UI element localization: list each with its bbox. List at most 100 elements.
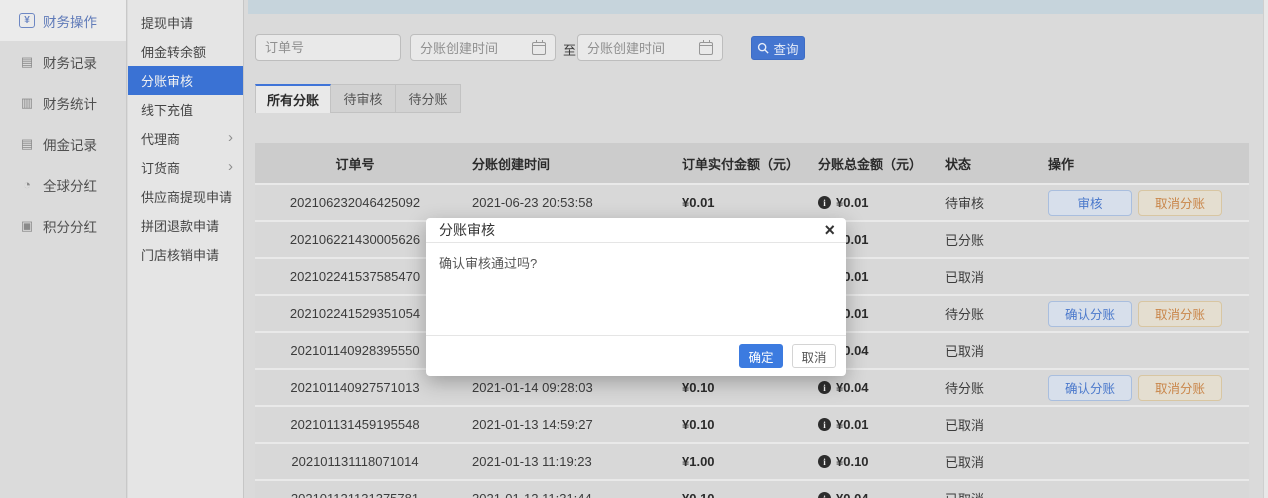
cancel-split-button[interactable]: 取消分账 xyxy=(1138,301,1222,327)
created-time-cell: 2021-01-12 11:31:44 xyxy=(455,491,672,498)
split-amount-value: ¥0.10 xyxy=(836,454,869,469)
sidebar-item-ledger-yen[interactable]: ¥财务操作 xyxy=(0,0,126,41)
date-from-input[interactable]: 分账创建时间 xyxy=(410,34,556,61)
commission-doc-icon: ▤ xyxy=(19,136,35,152)
dialog-footer: 确定 取消 xyxy=(426,335,846,376)
info-icon: i xyxy=(818,492,831,498)
status-cell: 已取消 xyxy=(938,267,1045,286)
submenu-item[interactable]: 拼团退款申请 xyxy=(128,211,243,240)
column-header: 状态 xyxy=(938,154,1045,173)
table-header-row: 订单号分账创建时间订单实付金额（元）分账总金额（元）状态操作 xyxy=(255,143,1249,183)
submenu-item[interactable]: 代理商› xyxy=(128,124,243,153)
tab-bar: 所有分账待审核待分账 xyxy=(255,84,461,113)
submenu-item-label: 供应商提现申请 xyxy=(141,187,232,206)
column-header: 分账创建时间 xyxy=(455,154,672,173)
submenu-item-label: 代理商 xyxy=(141,129,180,148)
cancel-split-button[interactable]: 取消分账 xyxy=(1138,190,1222,216)
status-cell: 已取消 xyxy=(938,415,1045,434)
calendar-icon xyxy=(532,42,546,55)
actions-cell: 确认分账取消分账 xyxy=(1045,301,1249,327)
order-number-input[interactable] xyxy=(255,34,401,61)
sidebar-item-label: 佣金记录 xyxy=(43,134,97,154)
submenu-item[interactable]: 门店核销申请 xyxy=(128,240,243,269)
sidebar-item-label: 财务记录 xyxy=(43,52,97,72)
sidebar-item-points[interactable]: ▣积分分红 xyxy=(0,205,126,246)
submenu-item[interactable]: 佣金转余额 xyxy=(128,37,243,66)
split-amount-value: ¥0.04 xyxy=(836,491,869,498)
submenu-item-label: 门店核销申请 xyxy=(141,245,219,264)
confirm-button[interactable]: 确定 xyxy=(739,344,783,368)
submenu-item-label: 线下充值 xyxy=(141,100,193,119)
page: ¥财务操作 ▤ 财务记录 ▥财务统计 ▤ 佣金记录 ◔ 全球分红 ▣积分分红 提现申请佣金转余额… xyxy=(0,0,1268,498)
sidebar-item-pie-chart[interactable]: ◔ 全球分红 xyxy=(0,164,126,205)
sidebar-item-bar-chart[interactable]: ▥财务统计 xyxy=(0,82,126,123)
split-amount-value: ¥0.04 xyxy=(836,380,869,395)
search-button[interactable]: 查询 xyxy=(751,36,805,60)
order-number-cell: 202101140927571013 xyxy=(255,380,455,395)
date-to-input[interactable]: 分账创建时间 xyxy=(577,34,723,61)
paid-amount-cell: ¥1.00 xyxy=(672,454,810,469)
confirm-split-button[interactable]: 确认分账 xyxy=(1048,375,1132,401)
submenu-item[interactable]: 分账审核 xyxy=(128,66,243,95)
submenu-item-label: 提现申请 xyxy=(141,13,193,32)
dialog-body-text: 确认审核通过吗? xyxy=(426,243,846,282)
dialog-title: 分账审核 xyxy=(439,220,495,240)
order-number-cell: 202106221430005626 xyxy=(255,232,455,247)
secondary-sidebar: 提现申请佣金转余额分账审核线下充值代理商› 订货商 › 供应商提现申请拼团退款申请门店… xyxy=(128,0,244,498)
status-cell: 待分账 xyxy=(938,304,1045,323)
date-to-placeholder: 分账创建时间 xyxy=(587,38,665,57)
status-cell: 待审核 xyxy=(938,193,1045,212)
paid-amount-cell: ¥0.10 xyxy=(672,380,810,395)
info-icon: i xyxy=(818,196,831,209)
tab-item[interactable]: 待分账 xyxy=(396,84,461,113)
scrollbar[interactable] xyxy=(1263,0,1268,498)
dialog-header: 分账审核 × xyxy=(426,218,846,243)
info-icon: i xyxy=(818,381,831,394)
submenu-item-label: 订货商 xyxy=(141,158,180,177)
confirm-split-button[interactable]: 确认分账 xyxy=(1048,301,1132,327)
status-cell: 已分账 xyxy=(938,230,1045,249)
tab-item[interactable]: 待审核 xyxy=(331,84,396,113)
primary-sidebar: ¥财务操作 ▤ 财务记录 ▥财务统计 ▤ 佣金记录 ◔ 全球分红 ▣积分分红 xyxy=(0,0,127,498)
submenu-item[interactable]: 提现申请 xyxy=(128,8,243,37)
close-icon[interactable]: × xyxy=(824,219,835,241)
sidebar-item-commission-doc[interactable]: ▤ 佣金记录 xyxy=(0,123,126,164)
status-cell: 待分账 xyxy=(938,378,1045,397)
created-time-cell: 2021-01-13 14:59:27 xyxy=(455,417,672,432)
column-header: 订单号 xyxy=(255,154,455,173)
submenu-item[interactable]: 供应商提现申请 xyxy=(128,182,243,211)
order-number-cell: 202101131118071014 xyxy=(255,454,455,469)
top-header-strip xyxy=(248,0,1263,14)
submenu-item[interactable]: 订货商 › xyxy=(128,153,243,182)
sidebar-item-label: 财务统计 xyxy=(43,93,97,113)
split-amount-cell: i ¥0.01 xyxy=(810,195,938,210)
table-row: 2021011211313757812021-01-12 11:31:44¥0.… xyxy=(255,479,1249,498)
actions-cell: 审核取消分账 xyxy=(1045,190,1249,216)
cancel-button[interactable]: 取消 xyxy=(792,344,836,368)
split-amount-value: ¥0.01 xyxy=(836,195,869,210)
column-header: 操作 xyxy=(1045,154,1249,173)
status-cell: 已取消 xyxy=(938,341,1045,360)
document-icon: ▤ xyxy=(19,54,35,70)
info-icon: i xyxy=(818,418,831,431)
order-number-cell: 202102241537585470 xyxy=(255,269,455,284)
info-icon: i xyxy=(818,455,831,468)
split-amount-cell: i ¥0.04 xyxy=(810,380,938,395)
calendar-icon xyxy=(699,42,713,55)
points-icon: ▣ xyxy=(19,218,35,234)
order-number-cell: 202102241529351054 xyxy=(255,306,455,321)
sidebar-item-label: 全球分红 xyxy=(43,175,97,195)
split-amount-value: ¥0.01 xyxy=(836,417,869,432)
submenu-item-label: 拼团退款申请 xyxy=(141,216,219,235)
search-icon xyxy=(757,42,769,54)
status-cell: 已取消 xyxy=(938,452,1045,471)
cancel-split-button[interactable]: 取消分账 xyxy=(1138,375,1222,401)
submenu-item[interactable]: 线下充值 xyxy=(128,95,243,124)
chevron-right-icon: › xyxy=(228,158,233,175)
split-amount-cell: i ¥0.01 xyxy=(810,417,938,432)
tab-active[interactable]: 所有分账 xyxy=(255,84,331,113)
review-split-button[interactable]: 审核 xyxy=(1048,190,1132,216)
pie-chart-icon: ◔ xyxy=(19,177,35,193)
date-from-placeholder: 分账创建时间 xyxy=(420,38,498,57)
sidebar-item-document[interactable]: ▤ 财务记录 xyxy=(0,41,126,82)
